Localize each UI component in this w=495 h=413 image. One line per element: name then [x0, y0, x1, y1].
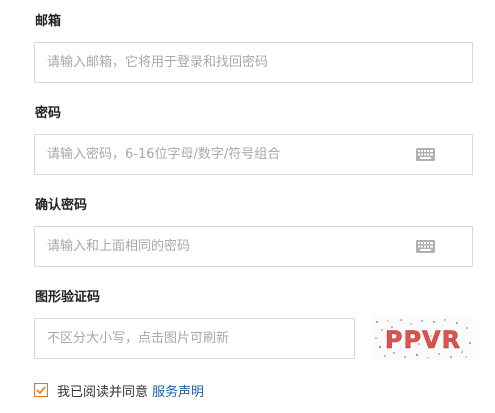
captcha-image[interactable]: PPVR — [373, 316, 473, 361]
agreement-text: 我已阅读并同意 — [57, 384, 149, 400]
password-label: 密码 — [35, 106, 62, 121]
agreement-row: 我已阅读并同意 服务声明 — [34, 381, 204, 400]
confirm-password-label: 确认密码 — [35, 198, 88, 213]
email-label: 邮箱 — [35, 14, 62, 29]
email-field-box[interactable] — [34, 42, 473, 83]
captcha-input[interactable] — [35, 319, 354, 358]
confirm-password-input[interactable] — [35, 227, 472, 266]
email-input[interactable] — [35, 43, 472, 82]
service-terms-link[interactable]: 服务声明 — [152, 381, 204, 400]
password-field-box[interactable] — [34, 134, 473, 175]
captcha-field-box[interactable] — [34, 318, 355, 359]
keyboard-icon[interactable] — [416, 240, 435, 253]
captcha-text: PPVR — [385, 326, 461, 354]
checkmark-icon — [36, 386, 46, 394]
captcha-label: 图形验证码 — [35, 290, 101, 305]
password-input[interactable] — [35, 135, 472, 174]
keyboard-icon[interactable] — [416, 148, 435, 161]
confirm-password-field-box[interactable] — [34, 226, 473, 267]
agreement-checkbox[interactable] — [34, 383, 48, 397]
